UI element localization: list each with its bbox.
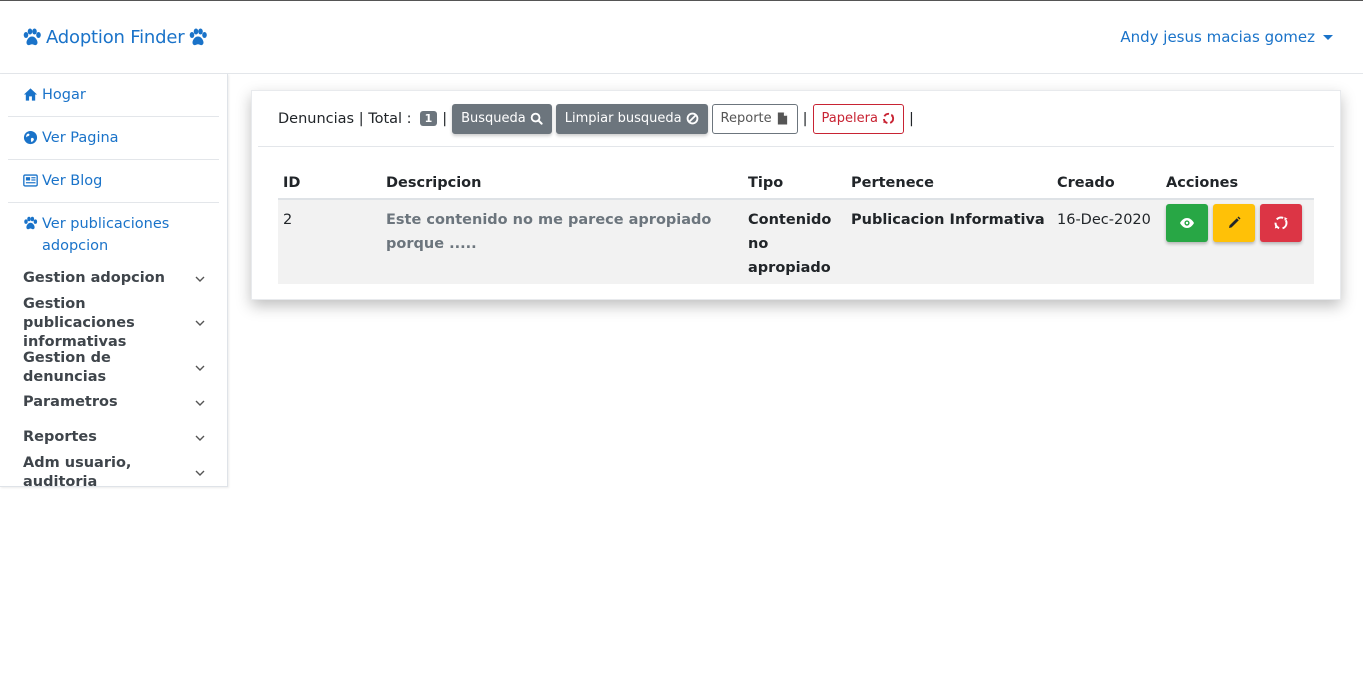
cell-acciones: [1161, 199, 1314, 284]
separator: |: [908, 110, 914, 127]
sidebar-item-ver-publicaciones[interactable]: Ver publicaciones adopcion: [8, 203, 219, 261]
sidebar-item-ver-blog[interactable]: Ver Blog: [8, 160, 219, 203]
chevron-down-icon: [195, 320, 205, 326]
sidebar-item-hogar[interactable]: Hogar: [8, 74, 219, 117]
denuncias-table: ID Descripcion Tipo Pertenece Creado Acc…: [278, 167, 1314, 284]
recycle-icon: [882, 112, 895, 125]
card-toolbar: Denuncias | Total : 1 | Busqueda Limpiar…: [258, 91, 1334, 147]
eye-icon: [1180, 218, 1194, 228]
column-header-acciones: Acciones: [1161, 167, 1314, 200]
chevron-down-icon: [195, 365, 205, 371]
table-header-row: ID Descripcion Tipo Pertenece Creado Acc…: [278, 167, 1314, 200]
page-title: Denuncias | Total :: [278, 110, 412, 127]
sidebar-group-label: Parametros: [23, 394, 118, 410]
sidebar-item-ver-pagina[interactable]: Ver Pagina: [8, 117, 219, 160]
cell-creado: 16-Dec-2020: [1052, 199, 1161, 284]
ban-icon: [686, 112, 698, 125]
file-icon: [777, 112, 787, 125]
report-button-label: Reporte: [720, 111, 772, 126]
column-header-descripcion: Descripcion: [381, 167, 743, 200]
edit-button[interactable]: [1213, 204, 1255, 242]
chevron-down-icon: [195, 276, 205, 282]
separator: |: [442, 110, 448, 127]
delete-button[interactable]: [1260, 204, 1302, 242]
column-header-id: ID: [278, 167, 381, 200]
sidebar-group-adm-usuario[interactable]: Adm usuario, auditoria: [0, 455, 227, 490]
sidebar-item-label: Ver Pagina: [42, 130, 119, 146]
table-row: 2 Este contenido no me parece apropiado …: [278, 199, 1314, 284]
recycle-icon: [1274, 216, 1288, 230]
denuncias-card: Denuncias | Total : 1 | Busqueda Limpiar…: [251, 90, 1341, 300]
cell-pertenece: Publicacion Informativa: [846, 199, 1052, 284]
search-button[interactable]: Busqueda: [452, 103, 552, 134]
sidebar-group-gestion-publicaciones[interactable]: Gestion publicaciones informativas: [0, 296, 227, 350]
sidebar-group-reportes[interactable]: Reportes: [0, 420, 227, 455]
paw-icon: [23, 28, 41, 46]
column-header-creado: Creado: [1052, 167, 1161, 200]
clear-search-button[interactable]: Limpiar busqueda: [555, 103, 708, 134]
clear-search-label: Limpiar busqueda: [564, 111, 682, 126]
paw-icon: [24, 216, 38, 230]
search-button-label: Busqueda: [461, 111, 526, 126]
brand-title: Adoption Finder: [46, 27, 185, 48]
view-button[interactable]: [1166, 204, 1208, 242]
chevron-down-icon: [195, 435, 205, 441]
globe-icon: [23, 130, 38, 145]
top-navbar: Adoption Finder Andy jesus macias gomez: [0, 0, 1363, 74]
sidebar-group-label: Gestion publicaciones informativas: [23, 295, 135, 350]
sidebar-item-label: Ver Blog: [42, 173, 103, 189]
sidebar-group-label: Gestion de denuncias: [23, 349, 111, 385]
separator: |: [802, 110, 808, 127]
cell-id: 2: [278, 199, 381, 284]
sidebar-group-parametros[interactable]: Parametros: [0, 385, 227, 420]
paw-icon: [190, 28, 208, 46]
sidebar-item-label: Ver publicaciones adopcion: [42, 216, 170, 254]
sidebar-group-gestion-denuncias[interactable]: Gestion de denuncias: [0, 350, 227, 385]
chevron-down-icon: [195, 400, 205, 406]
chevron-down-icon: [195, 470, 205, 476]
pencil-icon: [1229, 216, 1241, 228]
brand-link[interactable]: Adoption Finder: [22, 27, 208, 48]
trash-button[interactable]: Papelera: [812, 103, 904, 134]
sidebar-group-label: Adm usuario, auditoria: [23, 454, 132, 490]
sidebar-group-label: Gestion adopcion: [23, 270, 165, 286]
cell-descripcion: Este contenido no me parece apropiado po…: [381, 199, 743, 284]
cell-tipo: Contenido no apropiado: [743, 199, 846, 284]
sidebar-group-label: Reportes: [23, 429, 97, 445]
sidebar: Hogar Ver Pagina Ver Blog Ver publicacio…: [0, 74, 228, 490]
user-menu-dropdown[interactable]: Andy jesus macias gomez: [1120, 28, 1333, 46]
row-actions: [1166, 204, 1309, 242]
trash-button-label: Papelera: [821, 111, 878, 126]
report-button[interactable]: Reporte: [711, 103, 798, 134]
total-badge: 1: [419, 111, 438, 126]
column-header-tipo: Tipo: [743, 167, 846, 200]
sidebar-group-gestion-adopcion[interactable]: Gestion adopcion: [0, 261, 227, 296]
home-icon: [23, 88, 38, 101]
sidebar-item-label: Hogar: [42, 87, 86, 103]
user-name: Andy jesus macias gomez: [1120, 28, 1315, 46]
newspaper-icon: [23, 174, 38, 187]
column-header-pertenece: Pertenece: [846, 167, 1052, 200]
caret-down-icon: [1323, 34, 1333, 40]
search-icon: [530, 112, 543, 125]
